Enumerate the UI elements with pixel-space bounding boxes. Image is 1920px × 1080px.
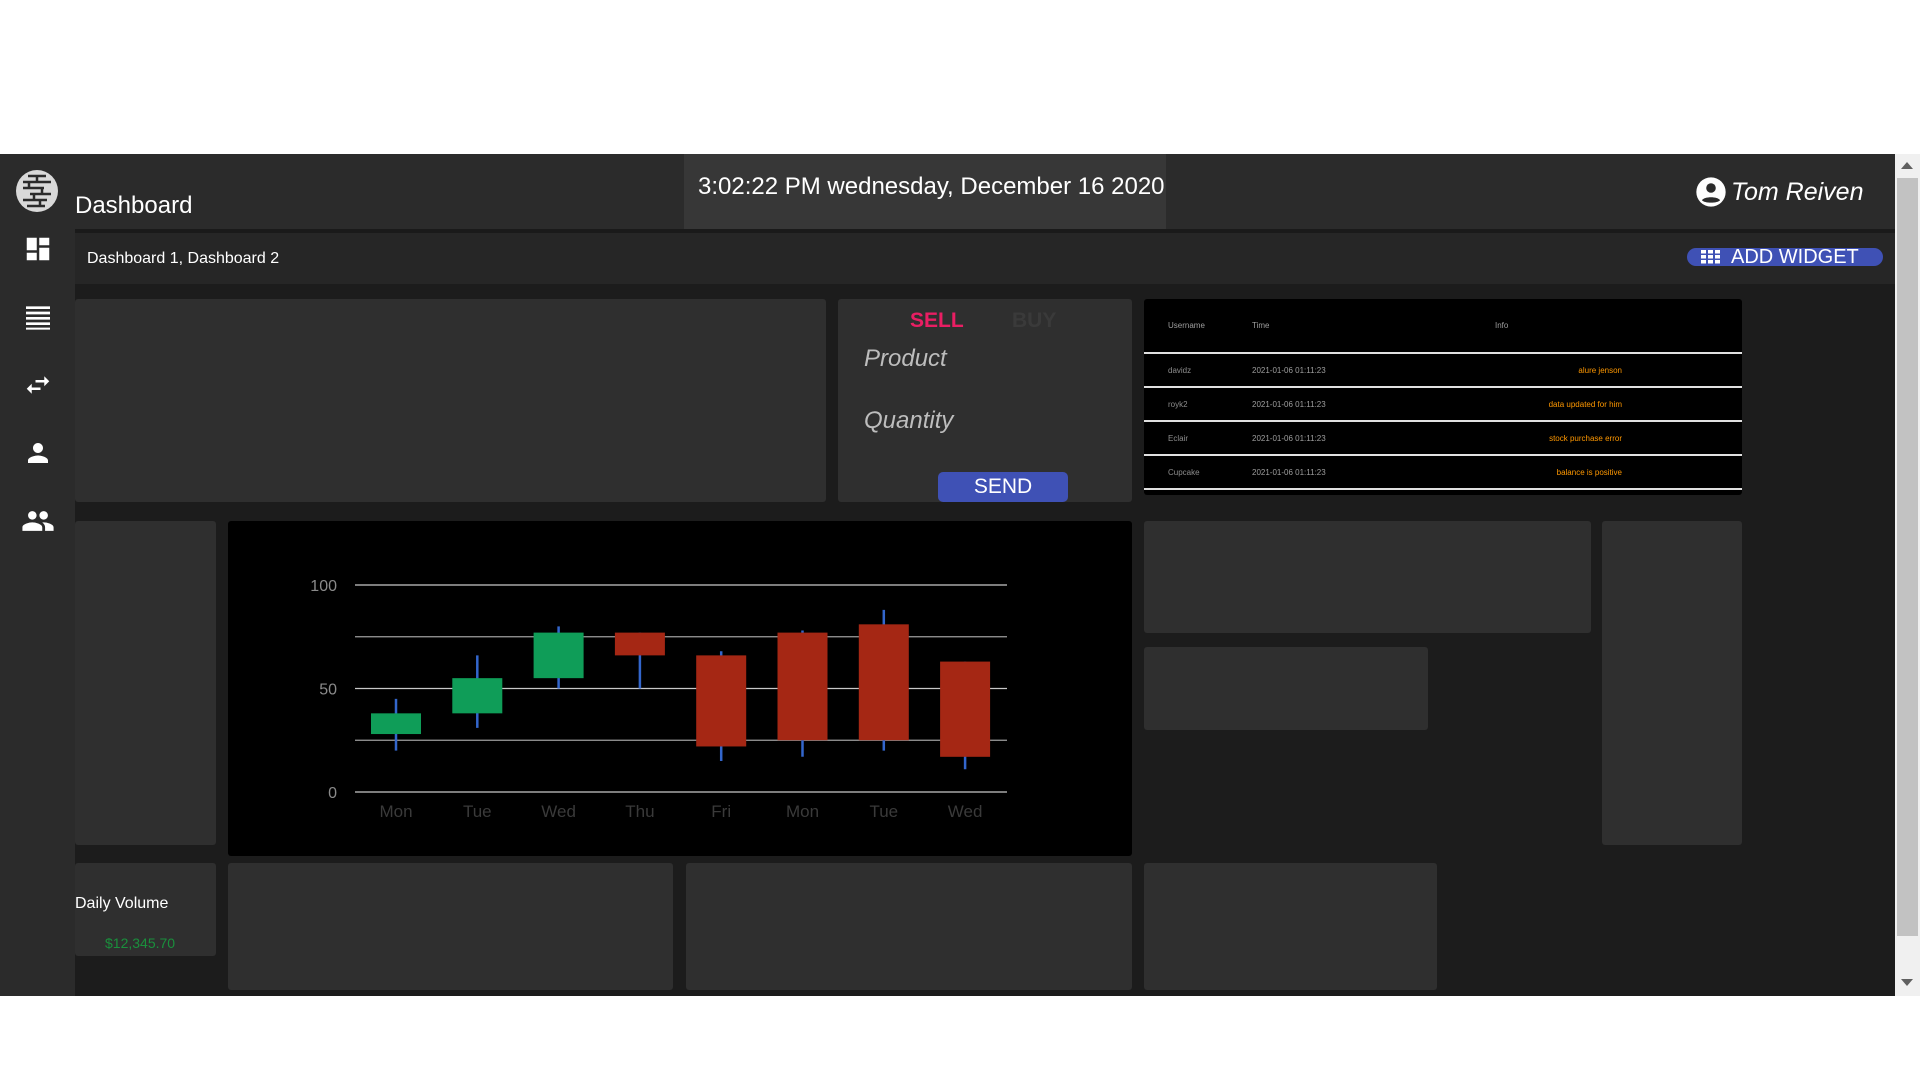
daily-volume-value: $12,345.70 bbox=[105, 935, 176, 951]
x-tick-label: Wed bbox=[948, 802, 983, 821]
sidebar-item-transfers[interactable] bbox=[18, 365, 58, 405]
cell-info: balance is positive bbox=[1495, 454, 1742, 490]
sidebar-item-list[interactable] bbox=[18, 297, 58, 337]
empty-widget bbox=[75, 521, 216, 845]
candle-down bbox=[858, 624, 909, 741]
account-circle-icon bbox=[1696, 177, 1726, 207]
candlestick-chart-widget: 0 50 100 Mon Tue Wed Thu Fri Mon Tue Wed bbox=[228, 521, 1132, 856]
x-tick-label: Mon bbox=[786, 802, 819, 821]
cell-time: 2021-01-06 01:11:23 bbox=[1252, 454, 1495, 490]
y-tick-label: 0 bbox=[328, 785, 337, 802]
table-row[interactable]: davidz 2021-01-06 01:11:23 alure jenson bbox=[1144, 352, 1742, 387]
cell-time: 2021-01-06 01:11:23 bbox=[1252, 352, 1495, 387]
browser-bottom-area bbox=[0, 996, 1920, 1080]
cell-info: alure jenson bbox=[1495, 352, 1742, 387]
scrollbar-thumb[interactable] bbox=[1897, 178, 1918, 936]
user-menu[interactable]: Tom Reiven bbox=[1695, 176, 1863, 208]
browser-top-area bbox=[0, 0, 1920, 154]
breadcrumb[interactable]: Dashboard 1, Dashboard 2 bbox=[87, 250, 279, 268]
datetime-display: 3:02:22 PM wednesday, December 16 2020 bbox=[684, 154, 1166, 229]
cell-info: stock purchase error bbox=[1495, 420, 1742, 455]
table-row[interactable]: royk2 2021-01-06 01:11:23 data updated f… bbox=[1144, 386, 1742, 421]
empty-widget bbox=[228, 863, 673, 990]
x-tick-label: Fri bbox=[711, 802, 731, 821]
cell-time: 2021-01-06 01:11:23 bbox=[1252, 386, 1495, 421]
candle-up bbox=[533, 632, 584, 679]
candle-down bbox=[777, 632, 828, 741]
sidebar-item-users[interactable] bbox=[18, 501, 58, 541]
daily-volume-label: Daily Volume bbox=[75, 895, 169, 912]
empty-widget bbox=[1144, 863, 1437, 990]
people-icon bbox=[22, 511, 54, 531]
candle-up bbox=[452, 678, 503, 714]
scroll-up-arrow-icon[interactable] bbox=[1901, 162, 1913, 169]
add-widget-label: ADD WIDGET bbox=[1731, 245, 1859, 268]
cell-info: data updated for him bbox=[1495, 386, 1742, 421]
candlestick-chart: 0 50 100 Mon Tue Wed Thu Fri Mon Tue Wed bbox=[310, 578, 1007, 821]
dashboard-app: Dashboard 3:02:22 PM wednesday, December… bbox=[0, 154, 1895, 996]
empty-widget bbox=[1602, 521, 1742, 845]
cell-username: davidz bbox=[1144, 352, 1252, 387]
add-widget-button[interactable]: ADD WIDGET bbox=[1687, 245, 1883, 268]
column-header-info: Info bbox=[1495, 321, 1509, 330]
empty-widget bbox=[1144, 647, 1428, 730]
y-tick-label: 50 bbox=[319, 682, 337, 699]
column-header-time: Time bbox=[1252, 321, 1270, 330]
swap-icon bbox=[26, 376, 50, 394]
cell-username: Cupcake bbox=[1144, 454, 1252, 490]
candle-down bbox=[696, 655, 747, 747]
vertical-scrollbar[interactable] bbox=[1895, 154, 1920, 996]
screen: Dashboard 3:02:22 PM wednesday, December… bbox=[0, 0, 1920, 1080]
column-header-username: Username bbox=[1168, 321, 1205, 330]
empty-widget bbox=[686, 863, 1132, 990]
cell-time: 2021-01-06 01:11:23 bbox=[1252, 420, 1495, 455]
cell-username: royk2 bbox=[1144, 386, 1252, 421]
x-tick-label: Mon bbox=[379, 802, 412, 821]
user-name: Tom Reiven bbox=[1731, 177, 1864, 206]
person-icon bbox=[28, 443, 48, 463]
table-row[interactable]: Cupcake 2021-01-06 01:11:23 balance is p… bbox=[1144, 454, 1742, 490]
logo-icon bbox=[16, 170, 58, 212]
cell-username: Eclair bbox=[1144, 420, 1252, 455]
x-tick-label: Wed bbox=[541, 802, 576, 821]
table-row[interactable]: Eclair 2021-01-06 01:11:23 stock purchas… bbox=[1144, 420, 1742, 455]
candle-down bbox=[940, 661, 991, 757]
sidebar-item-profile[interactable] bbox=[18, 433, 58, 473]
candle-down bbox=[614, 632, 665, 656]
scroll-down-arrow-icon[interactable] bbox=[1901, 979, 1913, 986]
sidebar-item-dashboard[interactable] bbox=[18, 229, 58, 269]
trade-widget: SELL BUY Product Quantity SEND bbox=[838, 299, 1132, 502]
empty-widget bbox=[1144, 521, 1591, 633]
activity-table: Username Time Info davidz 2021-01-06 01:… bbox=[1144, 299, 1742, 490]
tab-sell[interactable]: SELL bbox=[910, 309, 964, 333]
list-icon bbox=[26, 306, 50, 330]
empty-widget bbox=[75, 299, 826, 502]
activity-table-widget: Username Time Info davidz 2021-01-06 01:… bbox=[1144, 299, 1742, 495]
app-header: Dashboard 3:02:22 PM wednesday, December… bbox=[0, 154, 1895, 229]
daily-volume-widget: Daily Volume $12,345.70 bbox=[75, 863, 216, 956]
x-tick-label: Tue bbox=[463, 802, 492, 821]
table-header-row: Username Time Info bbox=[1144, 299, 1742, 353]
product-field[interactable]: Product bbox=[864, 345, 947, 373]
sidebar bbox=[0, 229, 75, 996]
dashboard-icon bbox=[26, 237, 50, 261]
candle-up bbox=[371, 713, 421, 735]
y-tick-label: 100 bbox=[310, 578, 337, 595]
x-tick-label: Thu bbox=[625, 802, 654, 821]
grid-icon bbox=[1701, 250, 1720, 264]
send-button[interactable]: SEND bbox=[938, 472, 1068, 502]
app-title: Dashboard bbox=[75, 192, 193, 219]
quantity-field[interactable]: Quantity bbox=[864, 407, 953, 435]
x-tick-label: Tue bbox=[869, 802, 898, 821]
tab-buy[interactable]: BUY bbox=[1012, 309, 1056, 333]
dashboard-toolbar: Dashboard 1, Dashboard 2 ADD WIDGET bbox=[75, 229, 1895, 284]
